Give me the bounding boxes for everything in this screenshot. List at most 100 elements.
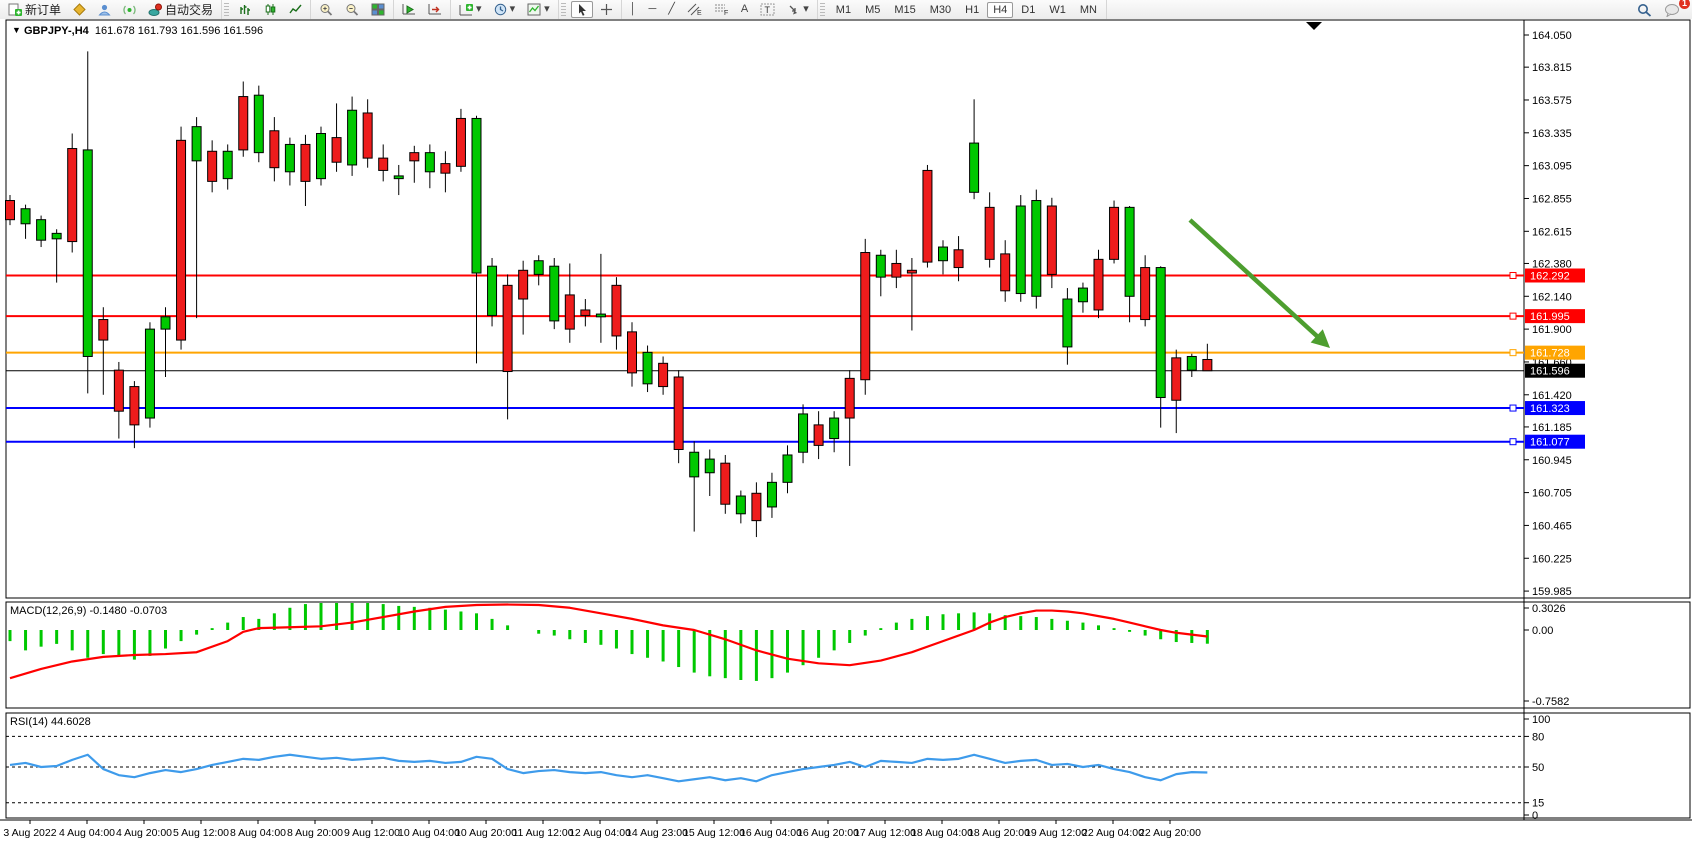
market-watch-button[interactable] (68, 1, 91, 18)
timeframe-button-h4[interactable]: H4 (987, 2, 1013, 18)
channel-tool-button[interactable]: E (682, 1, 707, 18)
svg-text:160.465: 160.465 (1532, 520, 1572, 532)
crosshair-tool-button[interactable] (595, 1, 618, 18)
toolbar-right: 1 (1631, 1, 1692, 19)
notifications-button[interactable]: 1 (1659, 1, 1685, 19)
svg-text:161.995: 161.995 (1530, 311, 1570, 323)
toolbar-grip[interactable] (224, 3, 229, 17)
date-label: 22 Aug 04:00 (1082, 827, 1144, 839)
timeframe-button-m1[interactable]: M1 (830, 2, 857, 18)
candle (317, 133, 326, 178)
tile-windows-icon (371, 3, 385, 16)
auto-scroll-button[interactable] (397, 1, 421, 18)
indicators-button[interactable]: ▾ (454, 1, 487, 18)
bar-chart-button[interactable] (234, 1, 257, 18)
date-label: 8 Aug 20:00 (287, 827, 343, 839)
svg-text:F: F (724, 10, 728, 16)
new-order-button[interactable]: 新订单 (3, 0, 66, 20)
svg-text:162.855: 162.855 (1532, 193, 1572, 205)
date-label: 12 Aug 04:00 (569, 827, 631, 839)
candle (1078, 288, 1087, 302)
profile-icon (98, 3, 111, 16)
dropdown-caret-icon: ▾ (510, 4, 516, 15)
trendline-tool-button[interactable]: ╱ (663, 2, 680, 17)
timeframe-button-w1[interactable]: W1 (1043, 2, 1072, 18)
candle (441, 164, 450, 174)
candlestick-chart-button[interactable] (259, 1, 282, 18)
line-handle[interactable] (1510, 350, 1516, 356)
tile-windows-button[interactable] (366, 1, 390, 18)
line-handle[interactable] (1510, 405, 1516, 411)
svg-text:160.705: 160.705 (1532, 488, 1572, 500)
timeframe-button-m5[interactable]: M5 (859, 2, 886, 18)
candle (1172, 358, 1181, 400)
chart-canvas[interactable]: 164.050163.815163.575163.335163.095162.8… (0, 19, 1692, 843)
line-chart-icon (289, 3, 302, 16)
candle (939, 247, 948, 261)
date-label: 15 Aug 12:00 (683, 827, 745, 839)
auto-trading-button[interactable]: 自动交易 (143, 0, 218, 20)
candle (208, 151, 217, 181)
timeframe-button-d1[interactable]: D1 (1015, 2, 1041, 18)
toolbar-grip[interactable] (820, 3, 825, 17)
label-tool-button[interactable]: T (755, 1, 780, 18)
svg-text:0.00: 0.00 (1532, 625, 1553, 637)
candle (410, 153, 419, 161)
signals-button[interactable] (118, 1, 141, 18)
shapes-tool-button[interactable]: ▾ (782, 1, 814, 18)
zoom-out-button[interactable] (340, 1, 364, 18)
gold-seal-icon (73, 3, 86, 16)
chart-window[interactable]: 164.050163.815163.575163.335163.095162.8… (0, 19, 1692, 843)
toolbar-group-scroll (394, 0, 451, 19)
chart-shift-button[interactable] (423, 1, 447, 18)
auto-scroll-icon (402, 3, 416, 16)
svg-text:162.140: 162.140 (1532, 291, 1572, 303)
trendline-icon: ╱ (668, 4, 675, 15)
svg-text:161.323: 161.323 (1530, 403, 1570, 415)
line-handle[interactable] (1510, 313, 1516, 319)
timeframe-button-m30[interactable]: M30 (924, 2, 957, 18)
toolbar-group-dropdowns: ▾ ▾ ▾ (451, 0, 559, 19)
auto-trading-icon (148, 3, 162, 16)
candle (130, 387, 139, 425)
svg-text:-0.7582: -0.7582 (1532, 696, 1569, 708)
text-tool-button[interactable]: A (736, 2, 753, 17)
candle (643, 352, 652, 383)
line-chart-button[interactable] (284, 1, 307, 18)
line-handle[interactable] (1510, 439, 1516, 445)
candle (68, 149, 77, 242)
toolbar-group-zoom (311, 0, 394, 19)
macd-pane[interactable] (6, 602, 1690, 708)
candle (52, 233, 61, 238)
candle (1016, 206, 1025, 294)
templates-button[interactable]: ▾ (522, 1, 555, 18)
toolbar-grip[interactable] (561, 3, 566, 17)
periods-button[interactable]: ▾ (489, 1, 521, 18)
new-order-icon (8, 3, 22, 16)
horizontal-line-tool-button[interactable]: ─ (644, 2, 662, 17)
community-button[interactable] (93, 1, 116, 18)
symbol-period-label: GBPJPY-,H4 (24, 25, 89, 37)
timeframe-button-mn[interactable]: MN (1074, 2, 1103, 18)
svg-text:163.575: 163.575 (1532, 95, 1572, 107)
fibonacci-icon: F (714, 3, 729, 16)
one-click-trading-toggle[interactable]: ▼ (12, 25, 21, 35)
candle (799, 414, 808, 452)
line-handle[interactable] (1510, 272, 1516, 278)
template-icon (527, 3, 541, 16)
timeframe-button-m15[interactable]: M15 (888, 2, 921, 18)
cursor-tool-button[interactable] (571, 1, 593, 18)
search-button[interactable] (1632, 1, 1657, 19)
date-label: 19 Aug 12:00 (1025, 827, 1087, 839)
candle (814, 425, 823, 446)
vertical-line-tool-button[interactable]: │ (625, 2, 642, 17)
svg-text:163.335: 163.335 (1532, 128, 1572, 140)
ohlc-values-label: 161.678 161.793 161.596 161.596 (95, 25, 263, 37)
fibonacci-tool-button[interactable]: F (709, 1, 734, 18)
candle (21, 209, 30, 224)
timeframe-button-h1[interactable]: H1 (959, 2, 985, 18)
candle (565, 295, 574, 329)
svg-text:162.615: 162.615 (1532, 226, 1572, 238)
svg-text:161.728: 161.728 (1530, 348, 1570, 360)
zoom-in-button[interactable] (314, 1, 338, 18)
